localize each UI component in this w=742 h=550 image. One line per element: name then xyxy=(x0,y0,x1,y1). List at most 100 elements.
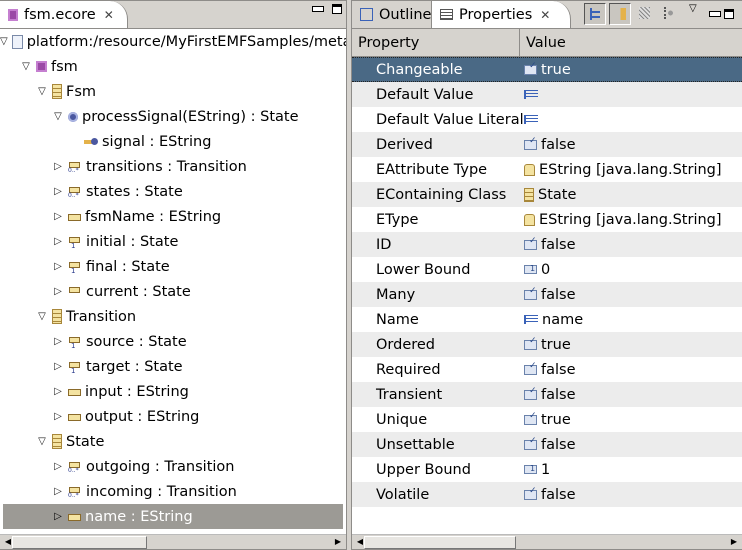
tree-item[interactable]: ▽ platform:/resource/MyFirstEMFSamples/me… xyxy=(0,29,346,54)
property-value-text: 0 xyxy=(541,261,551,278)
tree-item[interactable]: ▷ target : State xyxy=(0,354,346,379)
restore-default-button[interactable] xyxy=(634,3,656,25)
tree-item[interactable]: ▷ initial : State xyxy=(0,229,346,254)
tree-item[interactable]: ▷ fsmName : EString xyxy=(0,204,346,229)
property-value[interactable]: name xyxy=(524,312,583,328)
column-header-value[interactable]: Value xyxy=(520,29,742,56)
property-value[interactable]: 0 xyxy=(524,262,550,278)
tree-item[interactable]: ▷ name : EString xyxy=(3,504,343,529)
show-categories-button[interactable] xyxy=(584,3,606,25)
collapse-arrow-icon[interactable]: ▷ xyxy=(52,486,64,497)
property-value[interactable]: EString [java.lang.String] xyxy=(524,212,722,228)
collapse-arrow-icon[interactable]: ▷ xyxy=(52,511,64,522)
tree-item[interactable]: ▷ states : State xyxy=(0,179,346,204)
tree-item[interactable]: ▽ State xyxy=(0,429,346,454)
collapse-arrow-icon[interactable]: ▷ xyxy=(52,461,64,472)
property-row[interactable]: Many false xyxy=(352,282,742,307)
tree-item[interactable]: ▷ transitions : Transition xyxy=(0,154,346,179)
property-value[interactable]: State xyxy=(524,187,576,203)
tree-item[interactable]: ▷ final : State xyxy=(0,254,346,279)
property-row[interactable]: Unique true xyxy=(352,407,742,432)
collapse-arrow-icon[interactable]: ▷ xyxy=(52,236,64,247)
scroll-thumb[interactable] xyxy=(364,536,516,549)
tree-item[interactable]: ▽ fsm xyxy=(0,54,346,79)
collapse-arrow-icon[interactable]: ▷ xyxy=(52,336,64,347)
collapse-arrow-icon[interactable]: ▷ xyxy=(52,361,64,372)
property-value[interactable]: true xyxy=(524,336,571,353)
tree-item[interactable]: ▷ incoming : Transition xyxy=(0,479,346,504)
tab-outline[interactable]: Outline xyxy=(352,1,432,28)
collapse-arrow-icon[interactable]: ▷ xyxy=(52,386,64,397)
property-name: Unique xyxy=(376,411,428,428)
property-value[interactable]: false xyxy=(524,436,576,453)
collapse-arrow-icon[interactable]: ▷ xyxy=(52,411,64,422)
property-value[interactable]: EString [java.lang.String] xyxy=(524,162,722,178)
property-value[interactable]: 1 xyxy=(524,462,550,478)
tree-item[interactable]: ▽ Transition xyxy=(0,304,346,329)
collapse-arrow-icon[interactable]: ▷ xyxy=(52,186,64,197)
property-row[interactable]: Default Value Literal xyxy=(352,107,742,132)
view-menu-button[interactable]: ▽ xyxy=(684,3,706,25)
tree-item[interactable]: ▷ current : State xyxy=(0,279,346,304)
column-header-property[interactable]: Property xyxy=(352,29,520,56)
property-row[interactable]: Upper Bound 1 xyxy=(352,457,742,482)
collapse-arrow-icon[interactable]: ▷ xyxy=(52,286,64,297)
filter-button[interactable] xyxy=(659,3,681,25)
tree-item[interactable]: signal : EString xyxy=(0,129,346,154)
property-value[interactable] xyxy=(524,90,542,99)
property-row[interactable]: EContaining Class State xyxy=(352,182,742,207)
scroll-right-arrow[interactable]: ▶ xyxy=(332,536,344,548)
tree-item[interactable]: ▷ source : State xyxy=(0,329,346,354)
expand-arrow-icon[interactable]: ▽ xyxy=(36,436,48,447)
tree-item[interactable]: ▽ processSignal(EString) : State xyxy=(0,104,346,129)
property-row[interactable]: Changeable true xyxy=(352,57,742,82)
property-value[interactable]: true xyxy=(524,411,571,428)
property-value[interactable]: false xyxy=(524,286,576,303)
expand-arrow-icon[interactable]: ▽ xyxy=(36,86,48,97)
horizontal-scrollbar[interactable]: ◀ ▶ xyxy=(0,534,346,549)
property-row[interactable]: Ordered true xyxy=(352,332,742,357)
property-row[interactable]: ID false xyxy=(352,232,742,257)
scroll-right-arrow[interactable]: ▶ xyxy=(728,536,740,548)
close-icon[interactable]: ✕ xyxy=(540,8,550,22)
tab-properties[interactable]: Properties ✕ xyxy=(431,1,571,28)
tree-item-label: signal : EString xyxy=(102,133,212,150)
horizontal-scrollbar[interactable]: ◀ ▶ xyxy=(352,534,742,549)
property-value[interactable]: false xyxy=(524,236,576,253)
scroll-thumb[interactable] xyxy=(12,536,147,549)
tab-fsm-ecore[interactable]: fsm.ecore ✕ xyxy=(0,1,128,28)
minimize-button[interactable] xyxy=(709,11,721,17)
property-row[interactable]: Name name xyxy=(352,307,742,332)
property-row[interactable]: EAttribute Type EString [java.lang.String… xyxy=(352,157,742,182)
property-value[interactable]: true xyxy=(524,61,571,78)
property-row[interactable]: Volatile false xyxy=(352,482,742,507)
property-row[interactable]: Transient false xyxy=(352,382,742,407)
tree-item[interactable]: ▷ input : EString xyxy=(0,379,346,404)
close-icon[interactable]: ✕ xyxy=(104,8,114,22)
property-value[interactable]: false xyxy=(524,386,576,403)
property-row[interactable]: Lower Bound 0 xyxy=(352,257,742,282)
maximize-button[interactable] xyxy=(724,9,734,19)
tree-item[interactable]: ▷ output : EString xyxy=(0,404,346,429)
property-row[interactable]: Required false xyxy=(352,357,742,382)
property-value[interactable]: false xyxy=(524,486,576,503)
tree-item[interactable]: ▽ Fsm xyxy=(0,79,346,104)
expand-arrow-icon[interactable]: ▽ xyxy=(52,111,64,122)
property-row[interactable]: Derived false xyxy=(352,132,742,157)
tree-item[interactable]: ▷ outgoing : Transition xyxy=(0,454,346,479)
collapse-arrow-icon[interactable]: ▷ xyxy=(52,261,64,272)
property-row[interactable]: Unsettable false xyxy=(352,432,742,457)
expand-arrow-icon[interactable]: ▽ xyxy=(20,61,32,72)
collapse-arrow-icon[interactable]: ▷ xyxy=(52,211,64,222)
property-value[interactable] xyxy=(524,115,542,124)
property-value[interactable]: false xyxy=(524,361,576,378)
expand-arrow-icon[interactable]: ▽ xyxy=(0,36,8,47)
expand-arrow-icon[interactable]: ▽ xyxy=(36,311,48,322)
property-value[interactable]: false xyxy=(524,136,576,153)
property-row[interactable]: Default Value xyxy=(352,82,742,107)
show-advanced-button[interactable] xyxy=(609,3,631,25)
collapse-arrow-icon[interactable]: ▷ xyxy=(52,161,64,172)
maximize-button[interactable] xyxy=(332,4,342,14)
minimize-button[interactable] xyxy=(312,6,324,12)
property-row[interactable]: EType EString [java.lang.String] xyxy=(352,207,742,232)
